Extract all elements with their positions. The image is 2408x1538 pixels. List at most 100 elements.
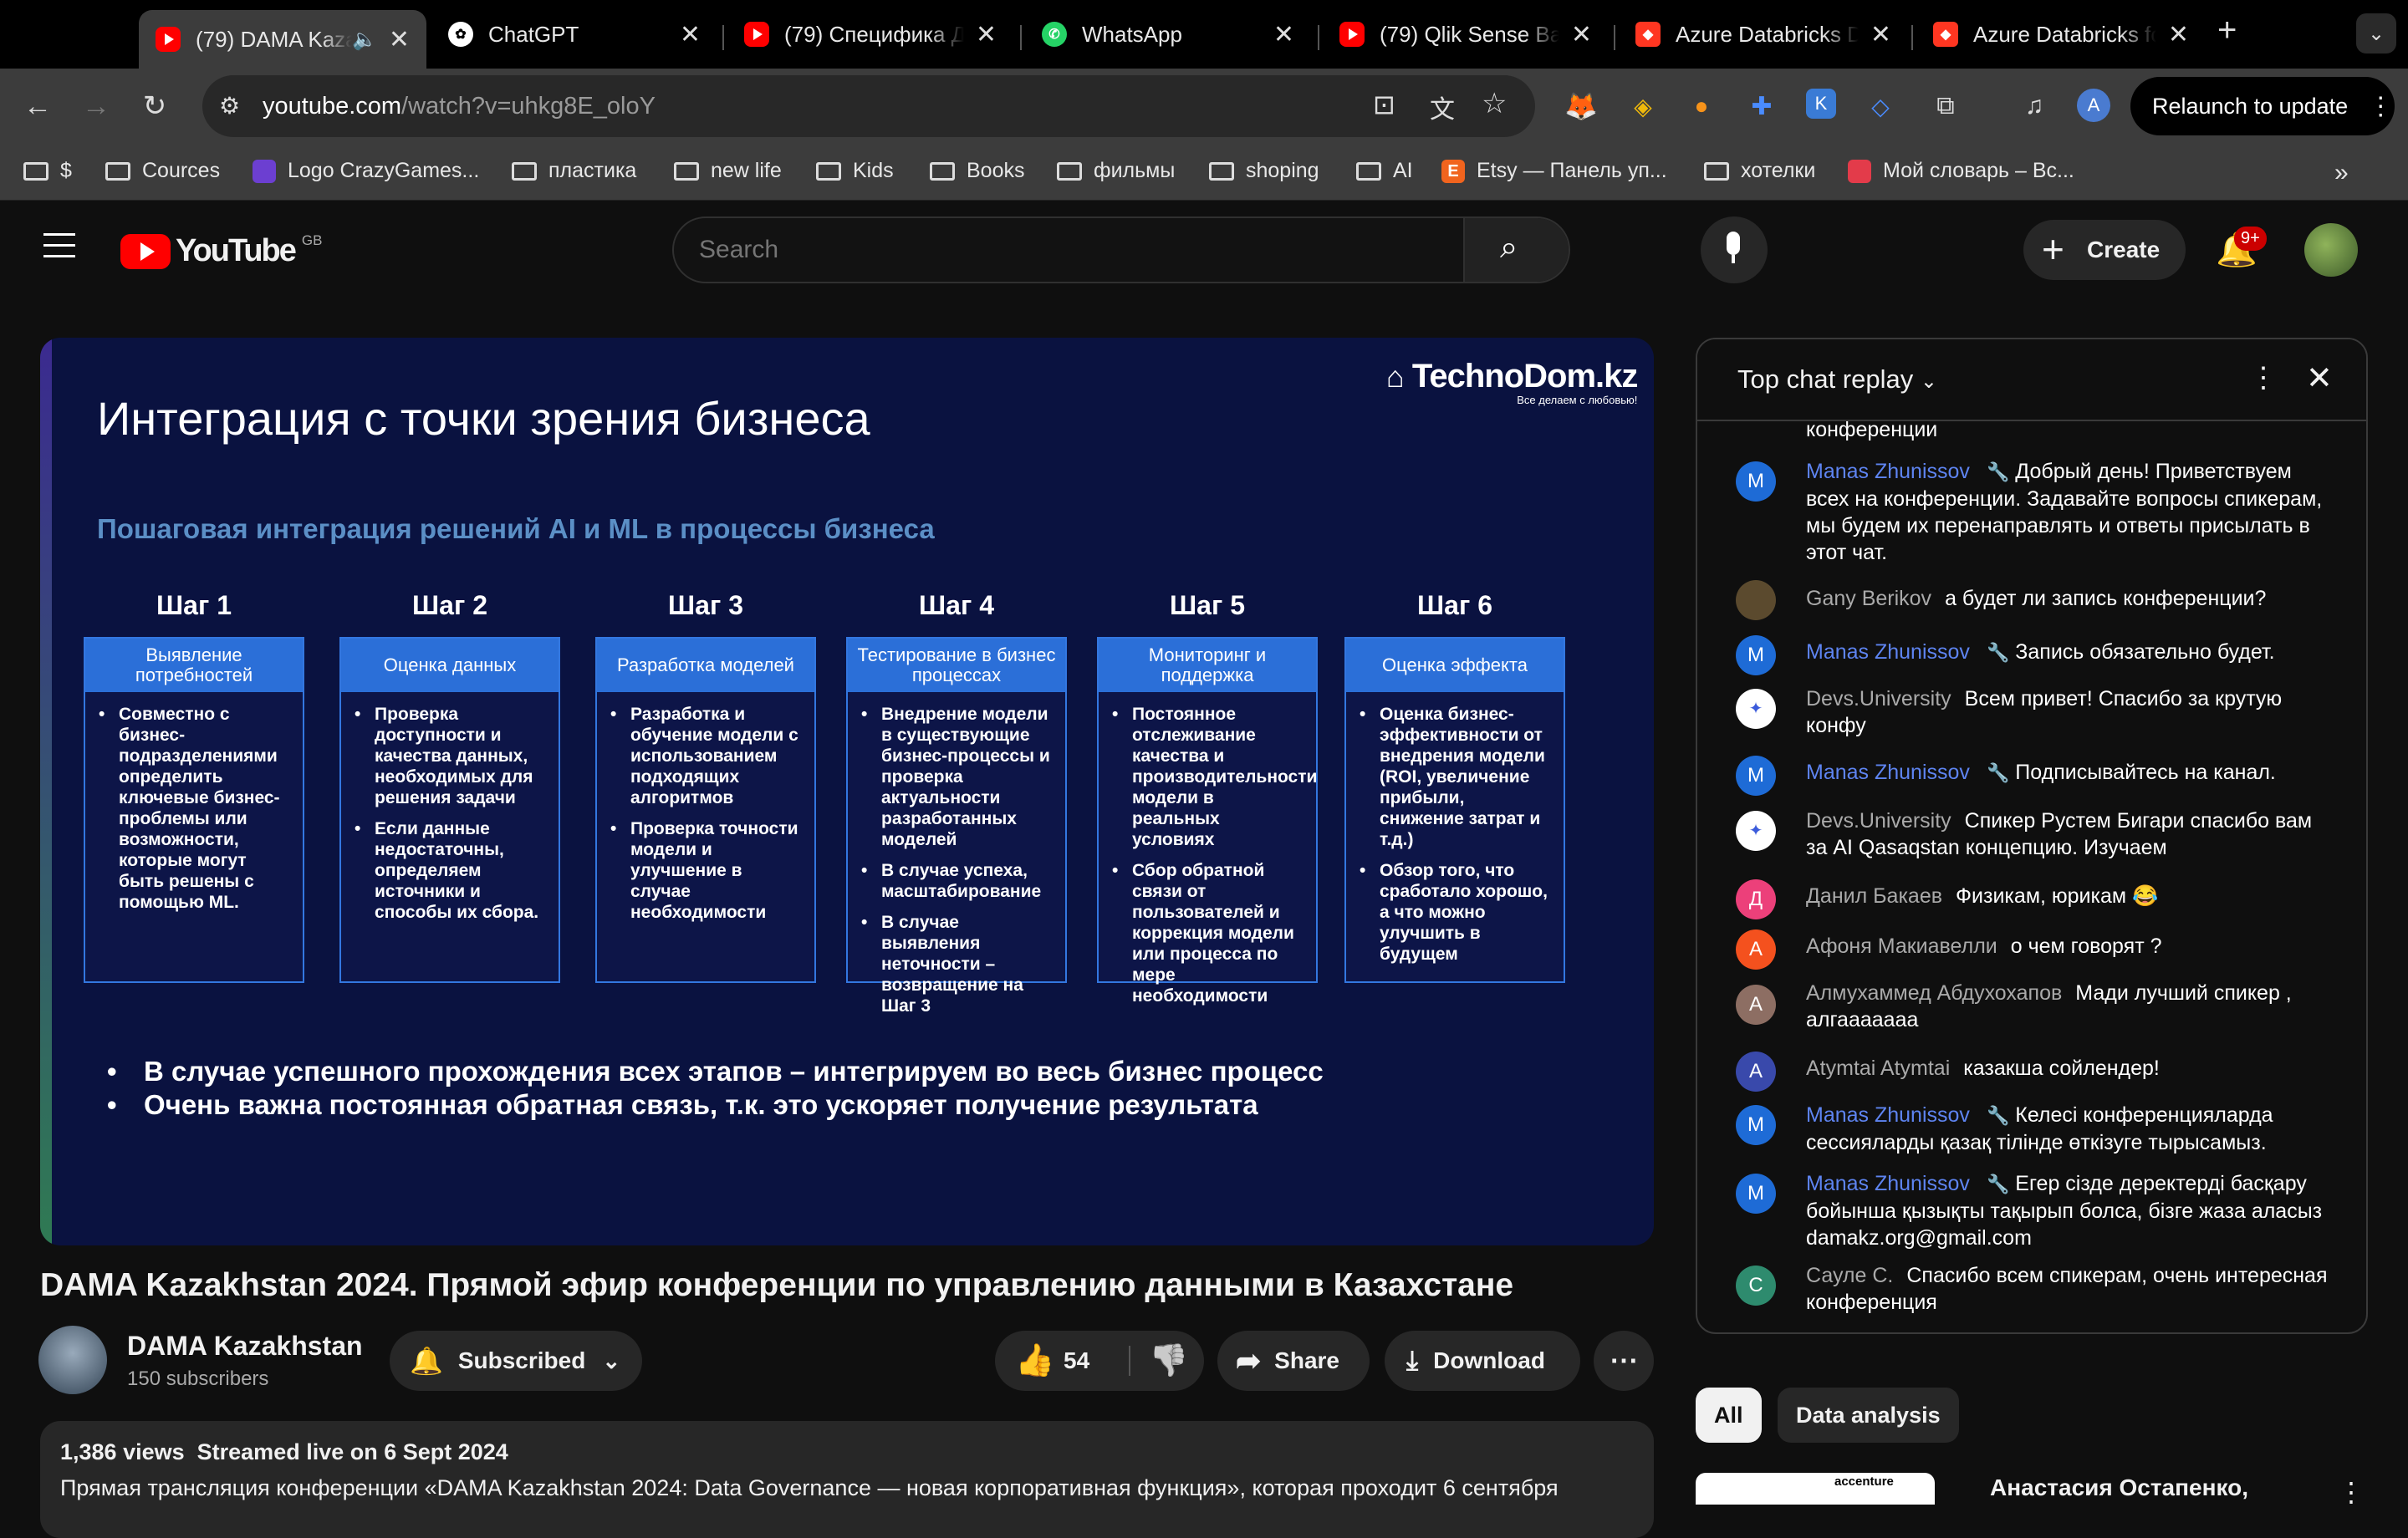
- bookmark-item[interactable]: Мой словарь – Вс...: [1848, 159, 2074, 183]
- translate-icon[interactable]: 文: [1430, 89, 1455, 125]
- tab-divider: [1020, 25, 1022, 50]
- voice-search-button[interactable]: [1701, 216, 1768, 283]
- youtube-header: YouTube GB ⌕ +Create 🔔 9+: [0, 201, 2408, 302]
- bookmark-item[interactable]: фильмы: [1057, 159, 1175, 183]
- relaunch-button[interactable]: Relaunch to update ⋮: [2130, 77, 2395, 135]
- tab-databricks-for[interactable]: ◆ Azure Databricks for ✕: [1916, 12, 2206, 57]
- recommended-thumbnail[interactable]: accenture: [1696, 1473, 1935, 1505]
- bookmark-item[interactable]: Logo CrazyGames...: [253, 159, 479, 183]
- moderator-wrench-icon: 🔧: [1986, 642, 2010, 663]
- account-avatar[interactable]: [2304, 223, 2358, 277]
- diamond-extension-icon[interactable]: ◇: [1863, 89, 1898, 124]
- metamask-icon[interactable]: 🦊: [1564, 89, 1599, 124]
- moderator-wrench-icon: 🔧: [1986, 1105, 2010, 1126]
- close-chat-icon[interactable]: ✕: [2306, 359, 2333, 397]
- subscribed-button[interactable]: 🔔 Subscribed ⌄: [390, 1331, 642, 1391]
- bookmark-item[interactable]: shoping: [1209, 159, 1319, 183]
- youtube-icon: [156, 27, 181, 52]
- bookmarks-overflow-icon[interactable]: »: [2334, 159, 2349, 187]
- bookmark-item[interactable]: пластика: [512, 159, 636, 183]
- address-bar[interactable]: ⚙ youtube.com/watch?v=uhkg8E_oloY ⊡ 文 ☆: [202, 75, 1535, 137]
- like-count: 54: [1064, 1347, 1090, 1373]
- bookmark-item[interactable]: AI: [1356, 159, 1413, 183]
- close-tab-icon[interactable]: ✕: [976, 20, 997, 49]
- close-tab-icon[interactable]: ✕: [1273, 20, 1294, 49]
- search-button[interactable]: ⌕: [1463, 218, 1569, 282]
- search-input[interactable]: [699, 233, 1435, 267]
- k-extension-icon[interactable]: K: [1806, 89, 1836, 119]
- share-button[interactable]: ➦ Share: [1217, 1331, 1370, 1391]
- channel-name[interactable]: DAMA Kazakhstan: [127, 1331, 363, 1362]
- more-vert-icon[interactable]: ⋮: [2249, 361, 2278, 395]
- tab-specifika[interactable]: (79) Специфика Данных ✕: [727, 12, 1013, 57]
- create-button[interactable]: + Create: [2023, 220, 2186, 280]
- puzzle-blue-extension-icon[interactable]: ✚: [1744, 89, 1779, 124]
- media-controls-icon[interactable]: ♫: [2017, 89, 2052, 124]
- close-tab-icon[interactable]: ✕: [2168, 20, 2189, 49]
- folder-icon: [930, 161, 955, 181]
- tab-qlik[interactable]: (79) Qlik Sense Basics ✕: [1323, 12, 1609, 57]
- search-icon: ⌕: [1500, 230, 1518, 265]
- chat-mode-dropdown[interactable]: Top chat replay ⌄: [1737, 364, 1937, 395]
- chip-all[interactable]: All: [1696, 1388, 1762, 1443]
- bookmark-item[interactable]: E Etsy — Панель уп...: [1441, 159, 1667, 183]
- speaker-icon[interactable]: 🔈: [352, 28, 377, 52]
- tab-whatsapp[interactable]: ✆ WhatsApp ✕: [1025, 12, 1311, 57]
- live-chat-panel: Top chat replay ⌄ ⋮ ✕ конференции M Mana…: [1696, 338, 2368, 1334]
- avatar: M: [1736, 756, 1776, 796]
- recommended-channel[interactable]: Анастасия Остапенко,: [1990, 1474, 2248, 1501]
- hamburger-menu-icon[interactable]: [43, 233, 75, 257]
- reload-icon[interactable]: ↻: [137, 89, 172, 124]
- tab-title: (79) DAMA Kazakhstan: [196, 26, 352, 52]
- bookmark-star-icon[interactable]: ☆: [1482, 87, 1507, 120]
- new-tab-icon[interactable]: +: [2217, 12, 2237, 49]
- browser-toolbar: ← → ↻ ⚙ youtube.com/watch?v=uhkg8E_oloY …: [0, 69, 2408, 145]
- bookmark-item[interactable]: Kids: [816, 159, 894, 183]
- close-tab-icon[interactable]: ✕: [680, 20, 701, 49]
- avatar: ✦: [1736, 689, 1776, 729]
- more-actions-icon[interactable]: ⋯: [1594, 1331, 1654, 1391]
- chat-header: Top chat replay ⌄ ⋮ ✕: [1697, 339, 2366, 421]
- folder-icon: [1704, 161, 1729, 181]
- close-tab-icon[interactable]: ✕: [1571, 20, 1592, 49]
- bookmark-item[interactable]: Books: [930, 159, 1024, 183]
- dislike-button[interactable]: 👎: [1149, 1342, 1188, 1379]
- bookmark-item[interactable]: Cources: [105, 159, 220, 183]
- youtube-logo[interactable]: YouTube GB: [120, 232, 322, 269]
- coin-extension-icon[interactable]: ●: [1684, 89, 1719, 124]
- video-player[interactable]: Интеграция с точки зрения бизнеса ⌂ Tech…: [40, 338, 1654, 1245]
- search-box: ⌕: [672, 216, 1570, 283]
- description-box[interactable]: 1,386 views Streamed live on 6 Sept 2024…: [40, 1421, 1654, 1538]
- browser-tab-strip: (79) DAMA Kazakhstan 🔈 ✕ ✿ ChatGPT ✕ (79…: [0, 0, 2408, 69]
- download-button[interactable]: ⤓ Download: [1385, 1331, 1580, 1391]
- tab-chatgpt[interactable]: ✿ ChatGPT ✕: [431, 12, 717, 57]
- avatar: M: [1736, 1174, 1776, 1214]
- technodom-logo: ⌂ TechnoDom.kz Все делаем с любовью!: [1386, 358, 1638, 406]
- bookmark-item[interactable]: $: [23, 159, 72, 183]
- bookmark-item[interactable]: new life: [674, 159, 782, 183]
- channel-avatar[interactable]: [38, 1326, 107, 1394]
- like-button[interactable]: 👍: [1015, 1342, 1054, 1379]
- tab-dama[interactable]: (79) DAMA Kazakhstan 🔈 ✕: [139, 10, 426, 69]
- tab-search-chevron-icon[interactable]: ⌄: [2356, 13, 2396, 53]
- back-arrow-icon[interactable]: ←: [20, 89, 55, 124]
- tab-databricks-docs[interactable]: ◆ Azure Databricks Documentation ✕: [1619, 12, 1908, 57]
- profile-avatar[interactable]: A: [2077, 89, 2110, 122]
- chatgpt-icon: ✿: [448, 22, 473, 47]
- avatar: M: [1736, 635, 1776, 675]
- close-tab-icon[interactable]: ✕: [389, 25, 410, 54]
- avatar: M: [1736, 461, 1776, 502]
- install-app-icon[interactable]: ⊡: [1373, 89, 1395, 120]
- databricks-icon: ◆: [1635, 22, 1661, 47]
- close-tab-icon[interactable]: ✕: [1870, 20, 1891, 49]
- forward-arrow-icon[interactable]: →: [79, 89, 114, 124]
- chip-data-analysis[interactable]: Data analysis: [1778, 1388, 1959, 1443]
- more-vert-icon[interactable]: ⋮: [2338, 1476, 2365, 1508]
- wallet-extension-icon[interactable]: ◈: [1625, 89, 1661, 124]
- bookmark-item[interactable]: хотелки: [1704, 159, 1815, 183]
- slide-title: Интеграция с точки зрения бизнеса: [97, 392, 870, 445]
- notification-count-badge: 9+: [2234, 227, 2267, 251]
- folder-icon: [1057, 161, 1082, 181]
- extensions-icon[interactable]: ⧉: [1928, 89, 1963, 124]
- site-info-icon[interactable]: ⚙: [219, 92, 240, 120]
